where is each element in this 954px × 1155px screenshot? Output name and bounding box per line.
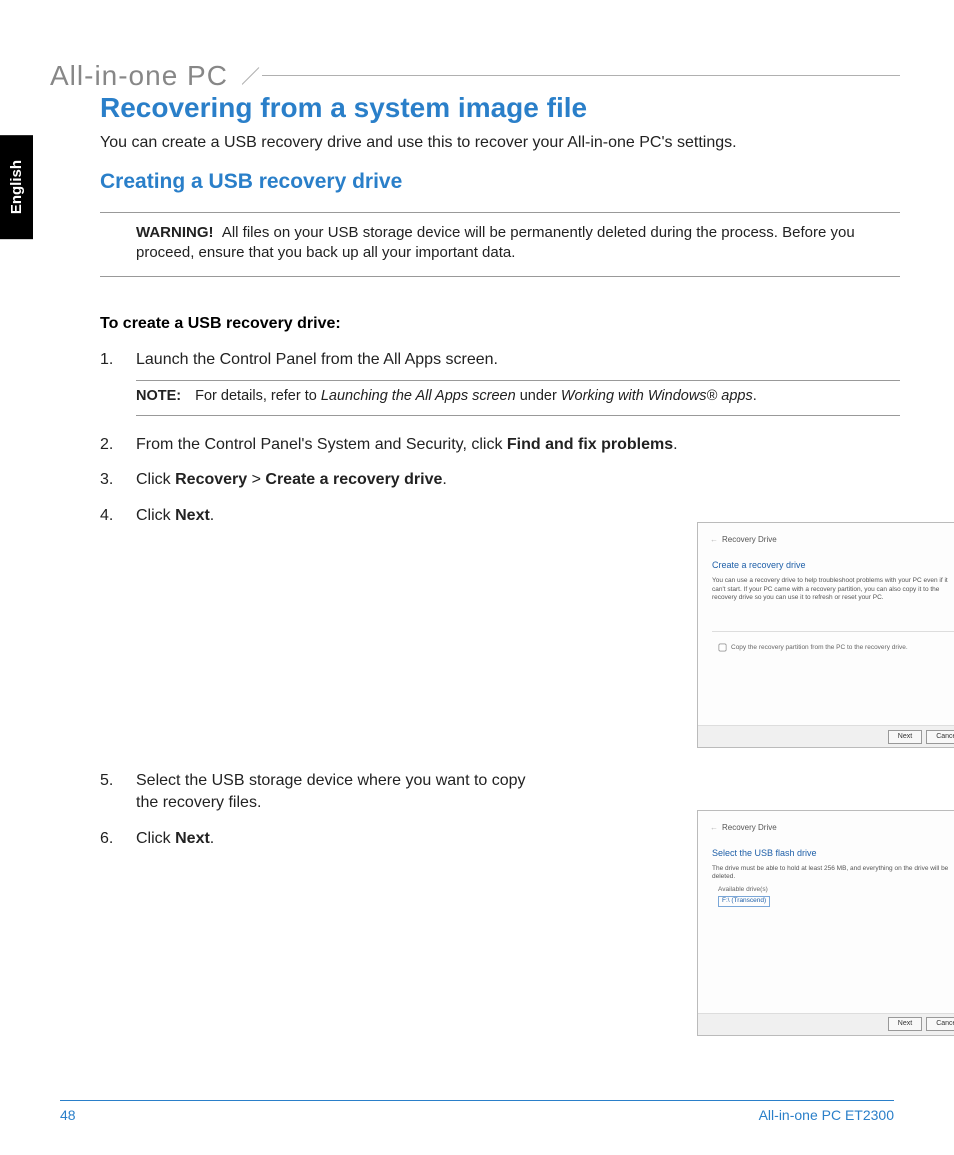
- cancel-button[interactable]: Cancel: [926, 730, 954, 743]
- page-number: 48: [60, 1107, 76, 1123]
- language-tab: English: [0, 135, 33, 239]
- dialog-heading: Create a recovery drive: [712, 559, 806, 571]
- available-drives: Available drive(s) F:\ (Transcend): [718, 886, 770, 908]
- page-title: Recovering from a system image file: [100, 92, 900, 124]
- page-header: All-in-one PC: [50, 60, 900, 92]
- note-box: NOTE: For details, refer to Launching th…: [136, 380, 900, 416]
- dialog-body: You can use a recovery drive to help tro…: [712, 577, 954, 601]
- next-button[interactable]: Next: [888, 1017, 922, 1030]
- steps-subhead: To create a USB recovery drive:: [100, 315, 900, 333]
- page-footer: 48 All-in-one PC ET2300: [60, 1100, 894, 1123]
- warning-label: WARNING!: [136, 224, 214, 241]
- note-label: NOTE:: [136, 388, 191, 404]
- window-title: Recovery Drive: [710, 535, 777, 546]
- dialog-body: The drive must be able to hold at least …: [712, 865, 954, 881]
- warning-text: All files on your USB storage device wil…: [136, 224, 855, 261]
- step-6: Click Next.: [100, 828, 900, 850]
- drive-option[interactable]: F:\ (Transcend): [718, 896, 770, 907]
- cancel-button[interactable]: Cancel: [926, 1017, 954, 1030]
- step-1: Launch the Control Panel from the All Ap…: [100, 349, 900, 416]
- step-3: Click Recovery > Create a recovery drive…: [100, 469, 900, 491]
- section-title: Creating a USB recovery drive: [100, 170, 900, 194]
- step-2: From the Control Panel's System and Secu…: [100, 434, 900, 456]
- copy-partition-checkbox[interactable]: Copy the recovery partition from the PC …: [716, 641, 908, 654]
- intro-text: You can create a USB recovery drive and …: [100, 134, 900, 152]
- header-title: All-in-one PC: [50, 60, 242, 92]
- screenshot-recovery-drive-create: × Recovery Drive Create a recovery drive…: [697, 522, 954, 748]
- step-5: Select the USB storage device where you …: [100, 770, 900, 813]
- dialog-button-bar: Next Cancel: [698, 1013, 954, 1035]
- dialog-button-bar: Next Cancel: [698, 725, 954, 747]
- step-4: Click Next. × Recovery Drive Create a re…: [100, 505, 900, 757]
- warning-box: WARNING! All files on your USB storage d…: [100, 212, 900, 277]
- document-id: All-in-one PC ET2300: [759, 1107, 894, 1123]
- next-button[interactable]: Next: [888, 730, 922, 743]
